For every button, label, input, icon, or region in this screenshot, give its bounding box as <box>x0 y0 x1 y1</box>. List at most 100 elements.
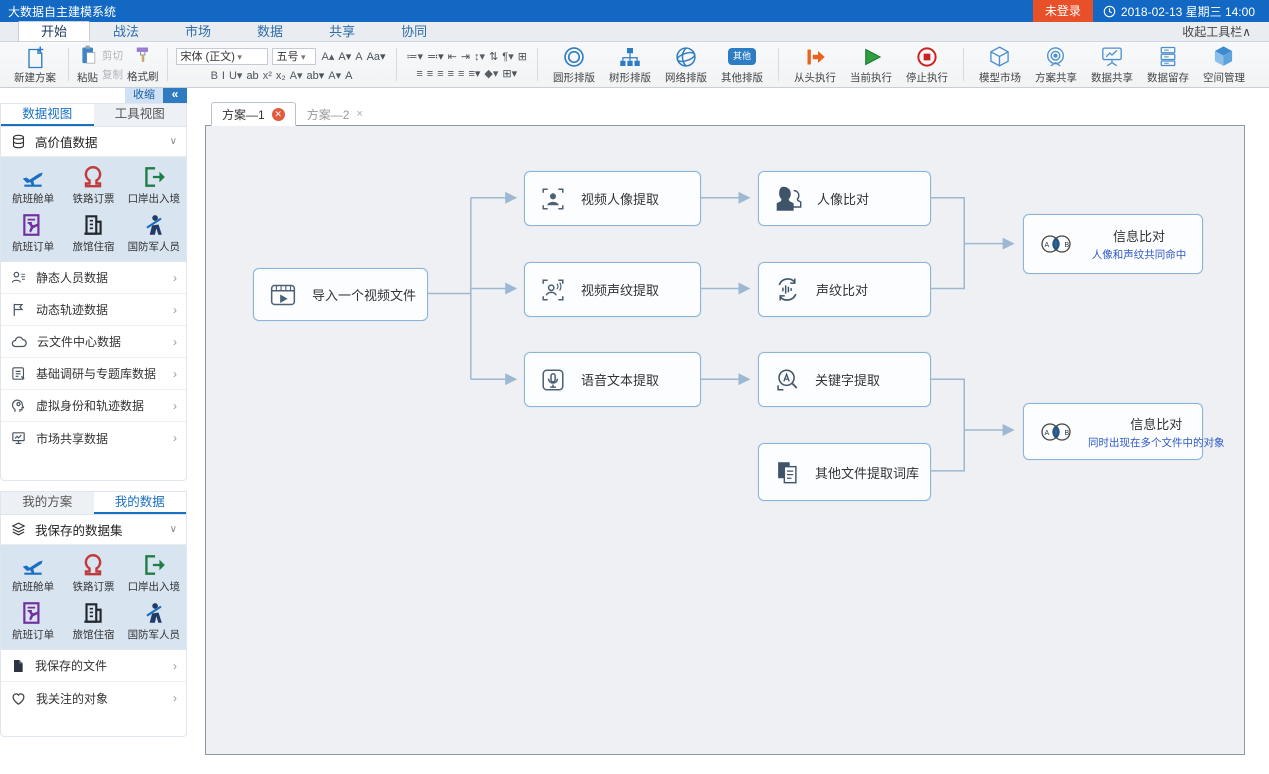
ribbon-mini-button[interactable]: I <box>220 70 227 82</box>
ribbon-mini-button[interactable]: ≡ <box>456 68 466 80</box>
close-tab-icon[interactable]: ✕ <box>272 108 285 121</box>
category-virtual-identity-data[interactable]: 虚拟身份和轨迹数据› <box>1 390 186 422</box>
dataset-flight-manifest[interactable]: 航班舱单 <box>3 550 63 596</box>
dataset-border-entry-exit[interactable]: 口岸出入境 <box>124 550 184 596</box>
font-size-select[interactable]: 五号 <box>272 48 316 65</box>
flow-node-other-files-lexicon[interactable]: 其他文件提取词库 <box>758 443 931 501</box>
ribbon-mini-button[interactable]: ≡ <box>435 68 445 80</box>
tab-share[interactable]: 共享 <box>306 21 378 41</box>
ribbon-mini-button[interactable]: ab▾ <box>305 70 327 82</box>
ribbon-mini-button[interactable]: ab <box>244 70 260 82</box>
ribbon-mini-button[interactable]: A▾ <box>288 70 305 82</box>
cut-button[interactable]: 剪切 <box>102 48 123 63</box>
dataset-hotel-stay[interactable]: 旅馆住宿 <box>63 598 123 644</box>
category-static-person-data[interactable]: 静态人员数据› <box>1 262 186 294</box>
flow-node-voice-compare[interactable]: 声纹比对 <box>758 262 931 317</box>
ribbon-mini-button[interactable]: A▴ <box>320 51 337 63</box>
saved-datasets-header[interactable]: 我保存的数据集 ∨ <box>1 515 186 545</box>
category-cloud-file-data[interactable]: 云文件中心数据› <box>1 326 186 358</box>
flow-node-import-video[interactable]: 导入一个视频文件 <box>253 268 428 321</box>
copy-button[interactable]: 复制 <box>102 67 123 82</box>
dataset-border-entry-exit[interactable]: 口岸出入境 <box>124 162 184 208</box>
tab-market[interactable]: 市场 <box>162 21 234 41</box>
ribbon-mini-button[interactable]: ⊞▾ <box>500 68 519 80</box>
collapse-sidebar-button[interactable]: 收缩 <box>125 88 163 103</box>
dataset-railway-ticket[interactable]: 铁路订票 <box>63 162 123 208</box>
dataset-railway-ticket[interactable]: 铁路订票 <box>63 550 123 596</box>
high-value-data-header[interactable]: 高价值数据 ∨ <box>1 127 186 157</box>
dataset-flight-order[interactable]: 航班订单 <box>3 210 63 256</box>
dataset-flight-manifest[interactable]: 航班舱单 <box>3 162 63 208</box>
ribbon-mini-button[interactable]: ≡▾ <box>466 68 482 80</box>
ribbon-mini-button[interactable]: ≡ <box>414 68 424 80</box>
category-market-shared-data[interactable]: 市场共享数据› <box>1 422 186 454</box>
ribbon-mini-button[interactable]: ⇅ <box>487 51 500 63</box>
ribbon-mini-button[interactable]: U▾ <box>227 70 244 82</box>
ribbon-mini-button[interactable]: x₂ <box>274 70 288 82</box>
my-saved-files-row[interactable]: 我保存的文件› <box>1 650 186 682</box>
plan-share-button[interactable]: 方案共享 <box>1028 44 1084 86</box>
data-share-button[interactable]: 数据共享 <box>1084 44 1140 86</box>
canvas-tab-plan2[interactable]: 方案—2 × <box>296 102 374 126</box>
collapse-arrows-icon[interactable]: « <box>163 88 187 103</box>
tab-my-data[interactable]: 我的数据 <box>94 492 187 514</box>
ribbon-mini-button[interactable]: ≡ <box>425 68 435 80</box>
flow-node-info-compare-2[interactable]: AB 信息比对 同时出现在多个文件中的对象 <box>1023 403 1203 460</box>
ribbon-mini-button[interactable]: A <box>353 51 364 63</box>
my-followed-objects-row[interactable]: 我关注的对象› <box>1 682 186 714</box>
run-from-start-button[interactable]: 从头执行 <box>787 44 843 86</box>
flow-node-info-compare-1[interactable]: AB 信息比对 人像和声纹共同命中 <box>1023 214 1203 274</box>
ribbon-mini-button[interactable]: ⇥ <box>459 51 472 63</box>
circle-layout-button[interactable]: 圆形排版 <box>546 44 602 86</box>
tab-tool-view[interactable]: 工具视图 <box>94 104 187 126</box>
ribbon-mini-button[interactable]: ⊞ <box>516 51 529 63</box>
flow-node-face-compare[interactable]: 人像比对 <box>758 171 931 226</box>
tab-data[interactable]: 数据 <box>234 21 306 41</box>
ribbon-mini-button[interactable]: ≡ <box>446 68 456 80</box>
tab-start[interactable]: 开始 <box>18 21 90 41</box>
data-retention-button[interactable]: 数据留存 <box>1140 44 1196 86</box>
model-market-button[interactable]: 模型市场 <box>972 44 1028 86</box>
flow-node-keyword-extract[interactable]: 关键字提取 <box>758 352 931 407</box>
dataset-flight-order[interactable]: 航班订单 <box>3 598 63 644</box>
flow-node-speech-text-extract[interactable]: 语音文本提取 <box>524 352 701 407</box>
stop-execution-button[interactable]: 停止执行 <box>899 44 955 86</box>
flow-node-video-voice-extract[interactable]: 视频声纹提取 <box>524 262 701 317</box>
flow-node-video-face-extract[interactable]: 视频人像提取 <box>524 171 701 226</box>
font-family-select[interactable]: 宋体 (正文) <box>176 48 268 65</box>
tree-layout-button[interactable]: 树形排版 <box>602 44 658 86</box>
other-layout-button[interactable]: 其他 其他排版 <box>714 44 770 86</box>
dataset-hotel-stay[interactable]: 旅馆住宿 <box>63 210 123 256</box>
tab-my-plans[interactable]: 我的方案 <box>1 492 94 514</box>
ribbon-mini-button[interactable]: ↕▾ <box>472 51 487 63</box>
category-research-library-data[interactable]: 基础调研与专题库数据› <box>1 358 186 390</box>
close-tab-icon[interactable]: × <box>356 108 362 120</box>
ribbon-mini-button[interactable]: ≕▾ <box>425 51 446 63</box>
ribbon-mini-button[interactable]: ¶▾ <box>500 51 515 63</box>
ribbon-mini-button[interactable]: ≔▾ <box>405 51 426 63</box>
category-dynamic-track-data[interactable]: 动态轨迹数据› <box>1 294 186 326</box>
network-layout-button[interactable]: 网络排版 <box>658 44 714 86</box>
dataset-military-personnel[interactable]: 国防军人员 <box>124 210 184 256</box>
new-plan-button[interactable]: 新建方案 <box>10 44 60 86</box>
ribbon-mini-button[interactable]: A▾ <box>326 70 343 82</box>
run-current-button[interactable]: 当前执行 <box>843 44 899 86</box>
tab-tactics[interactable]: 战法 <box>90 21 162 41</box>
paste-button[interactable]: 粘贴 <box>77 44 98 85</box>
ribbon-mini-button[interactable]: B <box>209 70 220 82</box>
ribbon-mini-button[interactable]: Aa▾ <box>365 51 388 63</box>
tab-collab[interactable]: 协同 <box>378 21 450 41</box>
dataset-military-personnel[interactable]: 国防军人员 <box>124 598 184 644</box>
ribbon-mini-button[interactable]: ◆▾ <box>482 68 500 80</box>
canvas-tab-plan1[interactable]: 方案—1 ✕ <box>211 102 296 126</box>
ribbon-mini-button[interactable]: ⇤ <box>446 51 459 63</box>
login-status-badge[interactable]: 未登录 <box>1033 0 1093 22</box>
ribbon-mini-button[interactable]: x² <box>261 70 274 82</box>
space-management-button[interactable]: 空间管理 <box>1196 44 1252 86</box>
format-painter-button[interactable]: 格式刷 <box>127 45 159 84</box>
tab-data-view[interactable]: 数据视图 <box>1 104 94 126</box>
flow-canvas[interactable]: 导入一个视频文件 视频人像提取 人像比对 视频声纹提取 声纹比对 <box>205 125 1245 755</box>
ribbon-mini-button[interactable]: A▾ <box>336 51 353 63</box>
collapse-toolbar-button[interactable]: 收起工具栏∧ <box>1182 23 1251 40</box>
ribbon-mini-button[interactable]: A <box>343 70 354 82</box>
